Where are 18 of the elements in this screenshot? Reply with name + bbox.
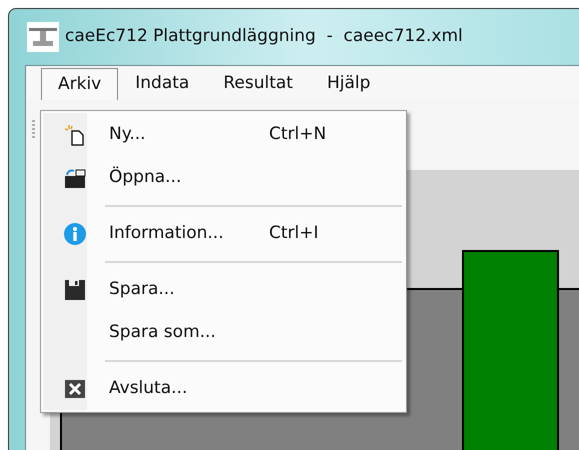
menu-bar-item[interactable]: Arkiv <box>41 68 118 100</box>
app-icon <box>27 22 59 52</box>
window-title: caeEc712 Plattgrundläggning - caeec712.xml <box>65 25 463 48</box>
shortcut-label: Ctrl+I <box>269 222 319 245</box>
menu-bar-item[interactable]: Indata <box>118 68 206 100</box>
menu-item[interactable]: Spara... <box>41 268 406 311</box>
menu-item[interactable]: Information... Ctrl+I <box>41 212 406 255</box>
toolbar-grip-icon <box>32 120 35 138</box>
new-document-icon <box>65 124 85 146</box>
shortcut-label: Ctrl+N <box>269 122 326 146</box>
close-icon <box>65 380 85 398</box>
menu-bar-item[interactable]: Resultat <box>206 68 310 100</box>
menu-item[interactable]: Öppna... <box>41 156 406 199</box>
info-icon <box>64 222 86 244</box>
menu-bar-item[interactable]: Hjälp <box>310 68 388 100</box>
menu-item[interactable]: Avsluta... <box>41 367 406 410</box>
menu-item[interactable]: Ny... Ctrl+N <box>41 113 406 156</box>
menu-item[interactable]: Spara som... <box>41 311 406 354</box>
